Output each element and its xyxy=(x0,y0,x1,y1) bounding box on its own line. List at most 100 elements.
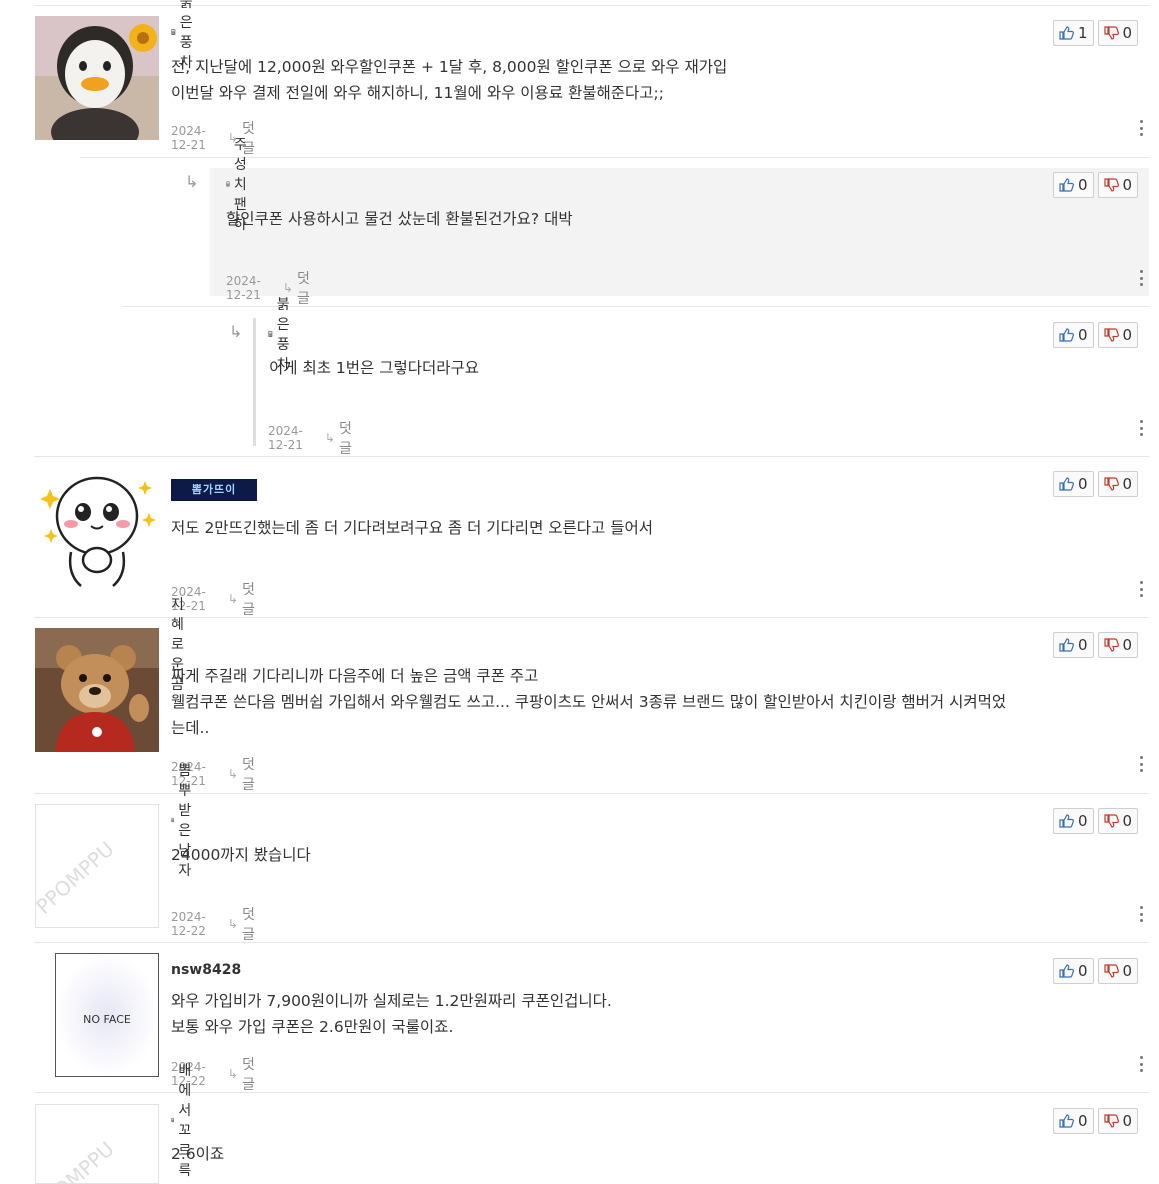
comment-text: 와우 가입비가 7,900원이니까 실제로는 1.2만원짜리 쿠폰인겁니다. 보… xyxy=(171,988,612,1040)
comment-meta: 2024-12-21 ↳ 덧글 xyxy=(226,268,310,308)
downvote-button[interactable]: 0 xyxy=(1097,471,1139,497)
upvote-count: 0 xyxy=(1078,636,1088,654)
downvote-count: 0 xyxy=(1122,812,1133,830)
reply-background xyxy=(210,168,1149,296)
mobile-phone-icon xyxy=(268,331,273,337)
comment-text: 저도 2만뜨긴했는데 좀 더 기다려보려구요 좀 더 기다리면 오른다고 들어서 xyxy=(171,515,653,541)
comment-text: 짜게 주길래 기다리니까 다음주에 더 높은 금액 쿠폰 주고 웰컴쿠폰 쓴다음… xyxy=(171,663,1006,741)
thumbs-down-icon xyxy=(1103,477,1119,491)
reply-arrow-icon: ↳ xyxy=(227,917,238,931)
upvote-button[interactable]: 1 xyxy=(1053,20,1094,46)
teddy-bear-avatar-icon[interactable] xyxy=(35,628,159,752)
comment-line: 이번달 와우 결제 전일에 와우 해지하니, 11월에 와우 이용료 환불해준다… xyxy=(171,84,664,102)
vote-group: 0 0 xyxy=(1053,471,1139,497)
downvote-button[interactable]: 0 xyxy=(1097,172,1139,198)
comment-line: 할인쿠폰 사용하시고 물건 샀눈데 환불된건가요? 대박 xyxy=(226,210,573,228)
comment-text: 할인쿠폰 사용하시고 물건 샀눈데 환불된건가요? 대박 xyxy=(226,206,573,232)
comment-author[interactable]: 지혜로운곰 xyxy=(171,597,184,693)
downvote-count: 0 xyxy=(1122,24,1133,42)
upvote-button[interactable]: 0 xyxy=(1053,808,1094,834)
upvote-button[interactable]: 0 xyxy=(1053,471,1094,497)
vote-group: 1 0 xyxy=(1053,20,1139,46)
more-options-icon[interactable] xyxy=(1139,270,1143,286)
reply-button[interactable]: ↳ 덧글 xyxy=(228,579,255,619)
mobile-phone-icon xyxy=(171,29,176,35)
comment-author[interactable]: 뽐뿌받은남자 xyxy=(171,763,200,879)
reply-label: 덧글 xyxy=(241,582,255,618)
comment-author[interactable]: 붉은풍차 xyxy=(171,0,200,71)
vote-group: 0 0 xyxy=(1053,958,1139,984)
penguin-avatar-icon[interactable] xyxy=(35,16,159,140)
downvote-button[interactable]: 0 xyxy=(1097,1108,1139,1134)
comment-line: 24000까지 봤습니다 xyxy=(171,846,311,864)
downvote-count: 0 xyxy=(1122,962,1133,980)
comment-meta: 2024-12-21 ↳ 덧글 xyxy=(268,418,352,458)
comment-line: 짜게 주길래 기다리니까 다음주에 더 높은 금액 쿠폰 주고 xyxy=(171,667,539,685)
vote-group: 0 0 xyxy=(1053,172,1139,198)
comment-text: 전, 지난달에 12,000원 와우할인쿠폰 + 1달 후, 8,000원 할인… xyxy=(171,54,727,106)
comment-author[interactable]: 뽐가뜨이 xyxy=(171,479,257,501)
author-badge: 뽐가뜨이 xyxy=(171,479,257,501)
default-avatar-icon[interactable]: PPOMPPU xyxy=(35,1104,159,1184)
comment-date: 2024-12-21 xyxy=(268,424,303,452)
reply-button[interactable]: ↳ 덧글 xyxy=(228,904,255,944)
thumbs-down-icon xyxy=(1103,178,1119,192)
comment-line: 이게 최초 1번은 그렇다더라구요 xyxy=(269,359,480,377)
pleading-emoji-avatar-icon[interactable] xyxy=(35,468,159,592)
thumbs-down-icon xyxy=(1103,1114,1119,1128)
comment-author[interactable]: nsw8428 xyxy=(171,960,241,980)
mobile-phone-icon xyxy=(171,817,175,823)
upvote-count: 0 xyxy=(1078,326,1088,344)
upvote-count: 1 xyxy=(1078,24,1088,42)
reply-thread-bar xyxy=(253,318,256,446)
reply-button[interactable]: ↳ 덧글 xyxy=(325,418,352,458)
more-options-icon[interactable] xyxy=(1139,756,1143,772)
downvote-count: 0 xyxy=(1122,1112,1133,1130)
downvote-button[interactable]: 0 xyxy=(1097,20,1139,46)
downvote-button[interactable]: 0 xyxy=(1097,322,1139,348)
more-options-icon[interactable] xyxy=(1139,120,1143,136)
thumbs-up-icon xyxy=(1059,178,1074,192)
reply-button[interactable]: ↳ 덧글 xyxy=(228,754,255,794)
thumbs-up-icon xyxy=(1059,477,1074,491)
more-options-icon[interactable] xyxy=(1139,906,1143,922)
upvote-button[interactable]: 0 xyxy=(1053,322,1094,348)
thumbs-up-icon xyxy=(1059,814,1074,828)
comment-line: 웰컴쿠폰 쓴다음 멤버쉽 가입해서 와우웰컴도 쓰고... 쿠팡이츠도 안써서 … xyxy=(171,693,1007,711)
thumbs-up-icon xyxy=(1059,638,1074,652)
vote-group: 0 0 xyxy=(1053,322,1139,348)
reply-arrow-icon: ↳ xyxy=(282,281,293,295)
upvote-button[interactable]: 0 xyxy=(1053,632,1094,658)
reply-indicator-icon: ↳ xyxy=(229,322,243,341)
upvote-button[interactable]: 0 xyxy=(1053,1108,1094,1134)
comment-text: 이게 최초 1번은 그렇다더라구요 xyxy=(269,355,479,381)
more-options-icon[interactable] xyxy=(1139,1056,1143,1072)
downvote-button[interactable]: 0 xyxy=(1097,808,1139,834)
comment-text: 2.6이죠 xyxy=(171,1141,224,1167)
comment-date: 2024-12-22 xyxy=(171,910,206,938)
vote-group: 0 0 xyxy=(1053,632,1139,658)
upvote-count: 0 xyxy=(1078,812,1088,830)
upvote-count: 0 xyxy=(1078,475,1088,493)
reply-indicator-icon: ↳ xyxy=(185,172,199,191)
thumbs-up-icon xyxy=(1059,328,1074,342)
reply-arrow-icon: ↳ xyxy=(227,767,238,781)
upvote-button[interactable]: 0 xyxy=(1053,958,1094,984)
downvote-button[interactable]: 0 xyxy=(1097,632,1139,658)
more-options-icon[interactable] xyxy=(1139,420,1143,436)
comment-author[interactable]: 주성치팬하 xyxy=(226,137,255,233)
upvote-button[interactable]: 0 xyxy=(1053,172,1094,198)
downvote-button[interactable]: 0 xyxy=(1097,958,1139,984)
comment-line: 2.6이죠 xyxy=(171,1145,225,1163)
downvote-count: 0 xyxy=(1122,636,1133,654)
divider xyxy=(34,5,1149,6)
default-avatar-icon[interactable]: PPOMPPU xyxy=(35,804,159,928)
reply-button[interactable]: ↳ 덧글 xyxy=(228,1054,255,1094)
no-face-avatar-icon[interactable]: NO FACE xyxy=(55,953,159,1077)
comment-author[interactable]: 배에서꼬르륵 xyxy=(171,1063,200,1179)
downvote-count: 0 xyxy=(1122,326,1133,344)
reply-arrow-icon: ↳ xyxy=(227,592,238,606)
comment-date: 2024-12-21 xyxy=(171,124,206,152)
more-options-icon[interactable] xyxy=(1139,581,1143,597)
comment-author[interactable]: 붉은풍차 xyxy=(268,297,297,373)
